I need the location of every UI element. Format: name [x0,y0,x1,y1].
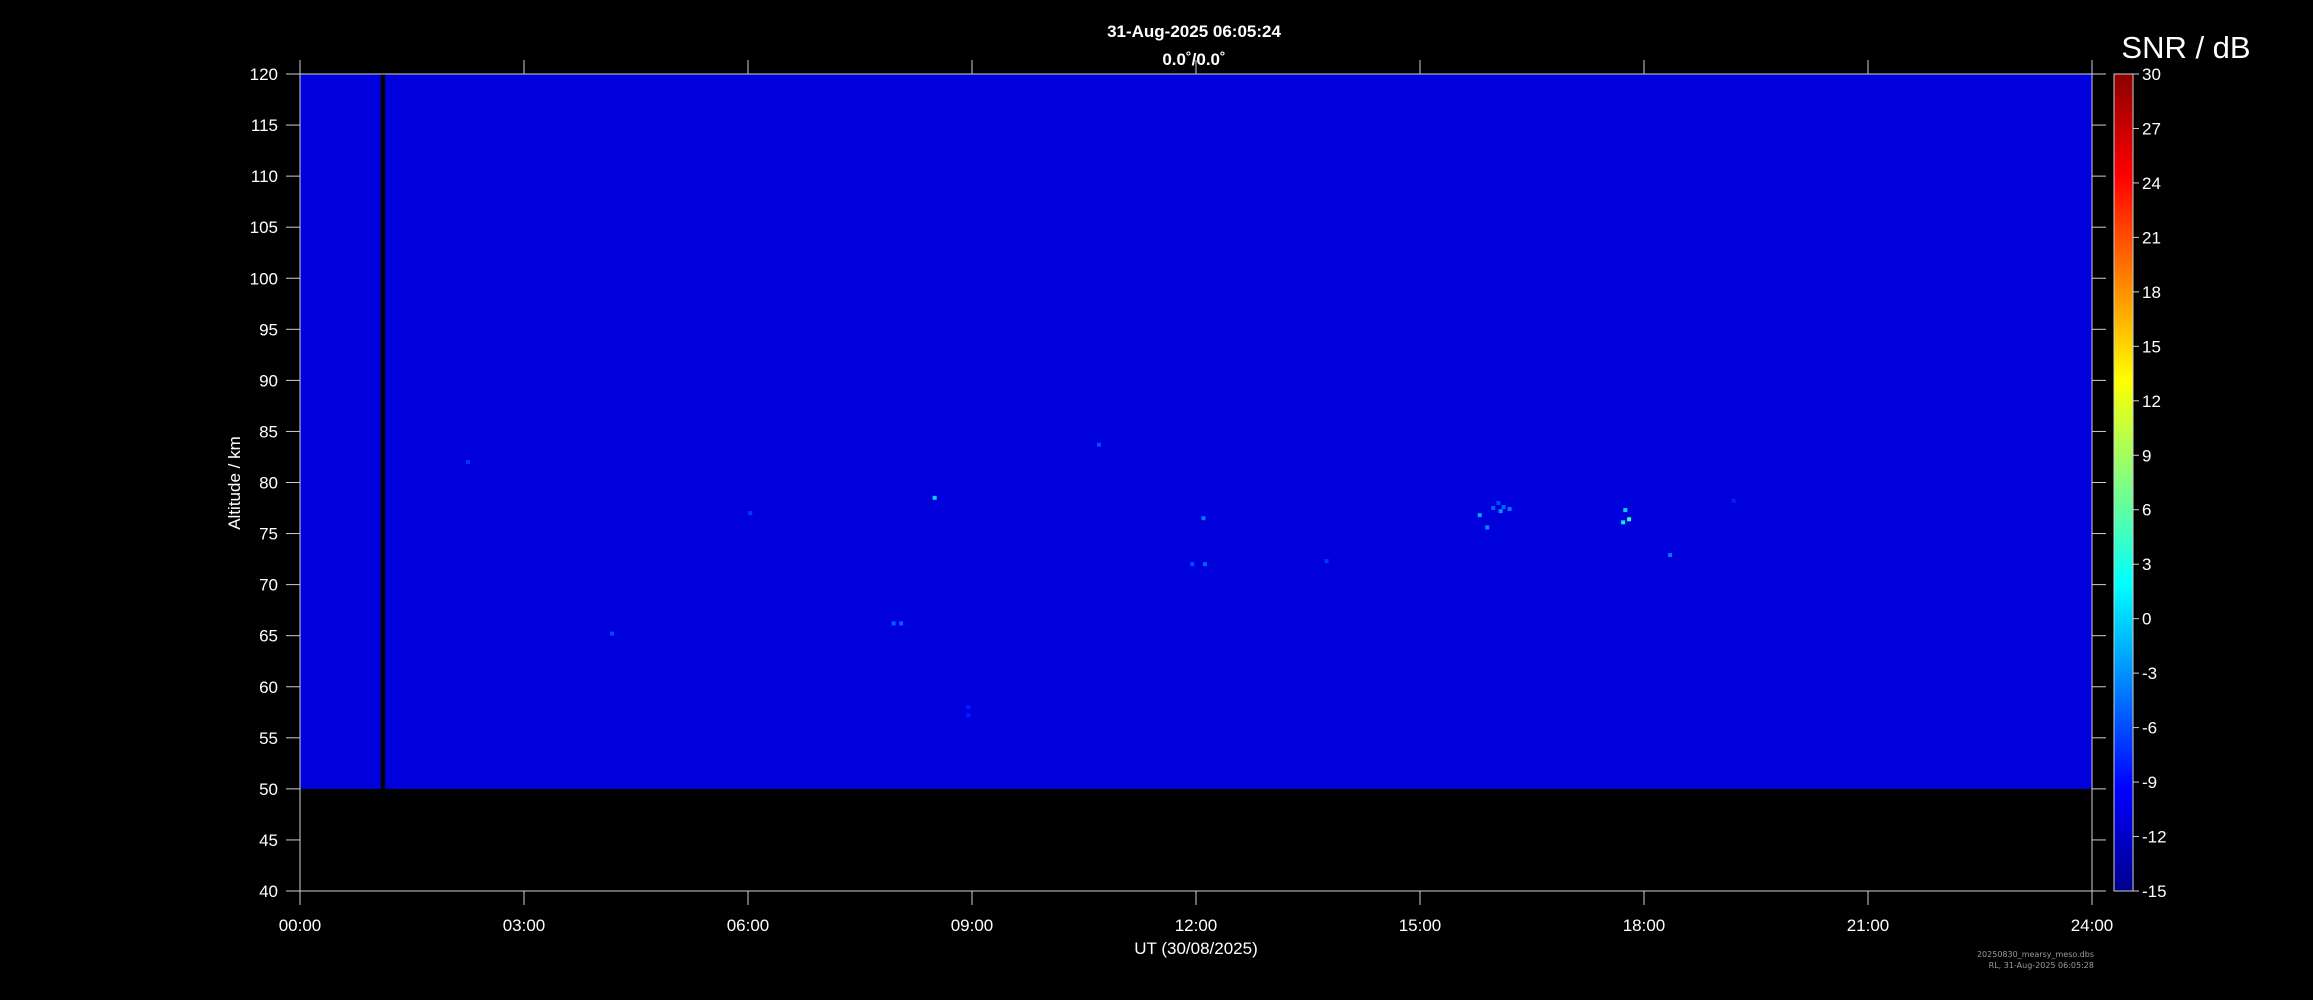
echo-point [932,495,937,500]
echo-point [1627,517,1632,522]
colorbar-tick-label: 9 [2142,446,2151,465]
colorbar-tick-label: 30 [2142,65,2161,84]
echo-point [1621,520,1626,525]
x-tick-label: 06:00 [727,916,770,935]
y-tick-label: 55 [259,729,278,748]
y-tick-label: 105 [250,218,278,237]
y-tick-label: 85 [259,422,278,441]
y-axis-label: Altitude / km [225,436,244,530]
echo-point [1324,559,1329,564]
y-tick-label: 45 [259,831,278,850]
colorbar [2113,73,2134,892]
chart-subtitle: 0.0˚/0.0˚ [1162,50,1225,69]
echo-point [610,631,615,636]
footer-file-name: 20250830_mearsy_meso.dbs [1977,950,2094,959]
y-tick-label: 50 [259,780,278,799]
echo-point [1201,516,1206,521]
y-tick-label: 120 [250,65,278,84]
x-tick-label: 09:00 [951,916,994,935]
x-tick-label: 18:00 [1623,916,1666,935]
echo-point [966,713,971,718]
colorbar-label: SNR / dB [2121,30,2250,65]
colorbar-tick-label: 6 [2142,501,2151,520]
echo-point [1731,498,1736,503]
y-tick-label: 100 [250,269,278,288]
echo-point [748,511,753,516]
data-gap [380,74,386,789]
x-tick-label: 00:00 [279,916,322,935]
x-tick-label: 15:00 [1399,916,1442,935]
colorbar-tick-label: -3 [2142,664,2157,683]
echo-point [1491,506,1496,511]
colorbar-tick-label: 27 [2142,119,2161,138]
colorbar-tick-label: -6 [2142,719,2157,738]
y-tick-label: 60 [259,678,278,697]
y-tick-label: 65 [259,627,278,646]
echo-point [1496,500,1501,505]
y-tick-label: 80 [259,474,278,493]
echo-point [1477,513,1482,518]
echo-point [1668,553,1673,558]
y-tick-label: 40 [259,882,278,901]
echo-point [1498,509,1503,514]
heatmap-field [300,74,2092,789]
echo-point [1485,525,1490,530]
colorbar-tick-label: -9 [2142,773,2157,792]
x-axis-label: UT (30/08/2025) [1134,939,1257,958]
echo-point [1202,562,1207,567]
chart-title: 31-Aug-2025 06:05:24 [1107,22,1281,41]
echo-point [966,705,971,710]
x-tick-label: 12:00 [1175,916,1218,935]
colorbar-tick-label: 0 [2142,610,2151,629]
y-tick-label: 90 [259,371,278,390]
y-tick-label: 70 [259,576,278,595]
colorbar-tick-label: 3 [2142,555,2151,574]
y-tick-label: 95 [259,320,278,339]
echo-point [1190,562,1195,567]
snr-heatmap-chart: 31-Aug-2025 06:05:24 0.0˚/0.0˚ 00:00 03:0… [0,0,2313,1000]
echo-point [1623,508,1628,513]
echo-point [1096,442,1101,447]
y-tick-label: 75 [259,525,278,544]
echo-point [1501,505,1506,510]
colorbar-tick-label: 24 [2142,174,2161,193]
y-tick-label: 115 [251,116,278,135]
y-tick-label: 110 [251,167,278,186]
echo-point [466,460,470,465]
colorbar-tick-label: 15 [2142,337,2161,356]
x-tick-label: 21:00 [1847,916,1890,935]
x-tick-label: 03:00 [503,916,546,935]
colorbar-tick-label: 12 [2142,392,2161,411]
colorbar-tick-label: 21 [2142,228,2161,247]
footer-stamp: RL, 31-Aug-2025 06:05:28 [1989,961,2094,970]
colorbar-tick-label: 18 [2142,283,2161,302]
x-tick-label: 24:00 [2071,916,2114,935]
echo-point [899,621,904,626]
echo-point [1507,507,1512,512]
colorbar-tick-label: -12 [2142,828,2167,847]
echo-point [891,621,896,626]
colorbar-tick-label: -15 [2142,882,2167,901]
data-region [300,74,2092,789]
